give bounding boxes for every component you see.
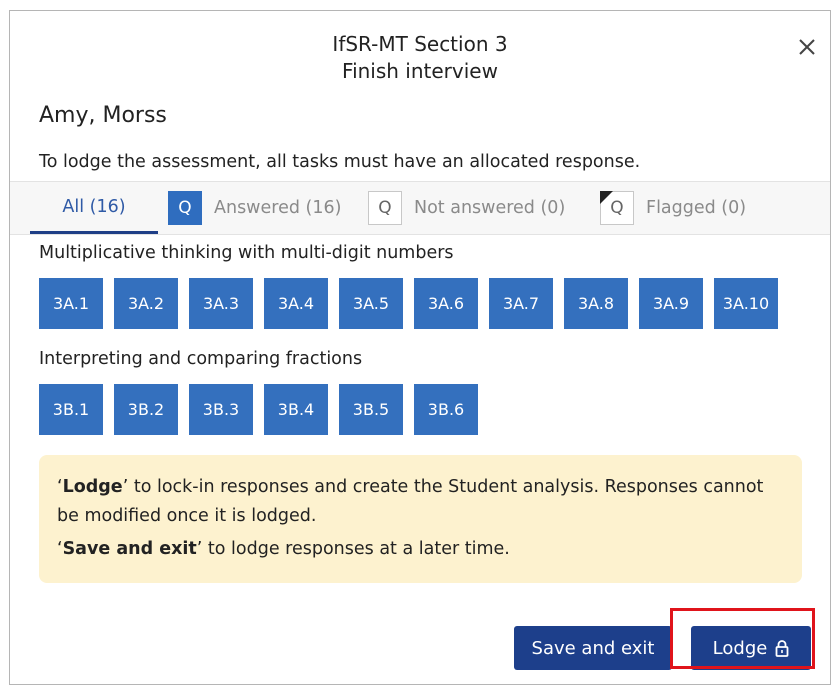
task-button[interactable]: 3A.1 xyxy=(39,278,103,329)
notice-save-line: ‘Save and exit’ to lodge responses at a … xyxy=(57,539,510,559)
tab-flagged-label: Flagged (0) xyxy=(646,198,747,218)
tab-all-label: All (16) xyxy=(62,196,126,217)
task-button[interactable]: 3A.3 xyxy=(189,278,253,329)
notice-save-bold: Save and exit xyxy=(62,539,197,559)
task-button[interactable]: 3A.2 xyxy=(114,278,178,329)
task-button[interactable]: 3B.3 xyxy=(189,384,253,435)
task-button[interactable]: 3A.4 xyxy=(264,278,328,329)
flagged-q-icon: Q xyxy=(600,191,634,225)
task-button[interactable]: 3A.5 xyxy=(339,278,403,329)
lodge-info-notice: ‘Lodge’ to lock-in responses and create … xyxy=(39,455,802,583)
filter-tabs: All (16) Q Answered (16) Q Not answered … xyxy=(10,181,830,235)
answered-q-icon: Q xyxy=(168,191,202,225)
flag-corner-icon xyxy=(600,191,613,204)
lodge-label: Lodge xyxy=(712,637,768,659)
tab-answered-label: Answered (16) xyxy=(214,198,342,218)
task-button[interactable]: 3B.4 xyxy=(264,384,328,435)
save-and-exit-button[interactable]: Save and exit xyxy=(514,626,672,670)
tab-flagged[interactable]: Q Flagged (0) xyxy=(600,182,746,234)
task-row-3b: 3B.1 3B.2 3B.3 3B.4 3B.5 3B.6 xyxy=(39,384,478,435)
notice-lodge-text: to lock-in responses and create the Stud… xyxy=(57,477,764,526)
dialog-subtitle: Finish interview xyxy=(342,59,498,83)
group-title-multiplicative: Multiplicative thinking with multi-digit… xyxy=(39,243,454,263)
close-icon[interactable] xyxy=(796,36,818,58)
task-button[interactable]: 3B.6 xyxy=(414,384,478,435)
task-button[interactable]: 3A.10 xyxy=(714,278,778,329)
notice-lodge-line: ‘Lodge’ to lock-in responses and create … xyxy=(57,477,764,526)
notice-save-text: to lodge responses at a later time. xyxy=(202,539,510,559)
group-title-fractions: Interpreting and comparing fractions xyxy=(39,349,363,369)
task-button[interactable]: 3B.5 xyxy=(339,384,403,435)
tab-not-answered[interactable]: Q Not answered (0) xyxy=(368,182,565,234)
tab-all[interactable]: All (16) xyxy=(30,182,158,234)
task-button[interactable]: 3A.9 xyxy=(639,278,703,329)
task-button[interactable]: 3B.2 xyxy=(114,384,178,435)
finish-interview-dialog: IfSR-MT Section 3 Finish interview Amy, … xyxy=(9,10,831,685)
lodge-button[interactable]: Lodge xyxy=(691,626,811,670)
dialog-title: IfSR-MT Section 3 xyxy=(332,32,508,56)
student-name: Amy, Morss xyxy=(39,103,167,128)
task-row-3a: 3A.1 3A.2 3A.3 3A.4 3A.5 3A.6 3A.7 3A.8 … xyxy=(39,278,778,329)
not-answered-q-icon: Q xyxy=(368,191,402,225)
tab-not-answered-label: Not answered (0) xyxy=(414,198,566,218)
tab-answered[interactable]: Q Answered (16) xyxy=(168,182,341,234)
task-button[interactable]: 3A.8 xyxy=(564,278,628,329)
instruction-text: To lodge the assessment, all tasks must … xyxy=(39,152,641,172)
save-and-exit-label: Save and exit xyxy=(531,637,655,659)
task-button[interactable]: 3A.6 xyxy=(414,278,478,329)
task-button[interactable]: 3A.7 xyxy=(489,278,553,329)
lock-icon xyxy=(775,640,789,657)
notice-lodge-bold: Lodge xyxy=(62,477,123,497)
task-button[interactable]: 3B.1 xyxy=(39,384,103,435)
